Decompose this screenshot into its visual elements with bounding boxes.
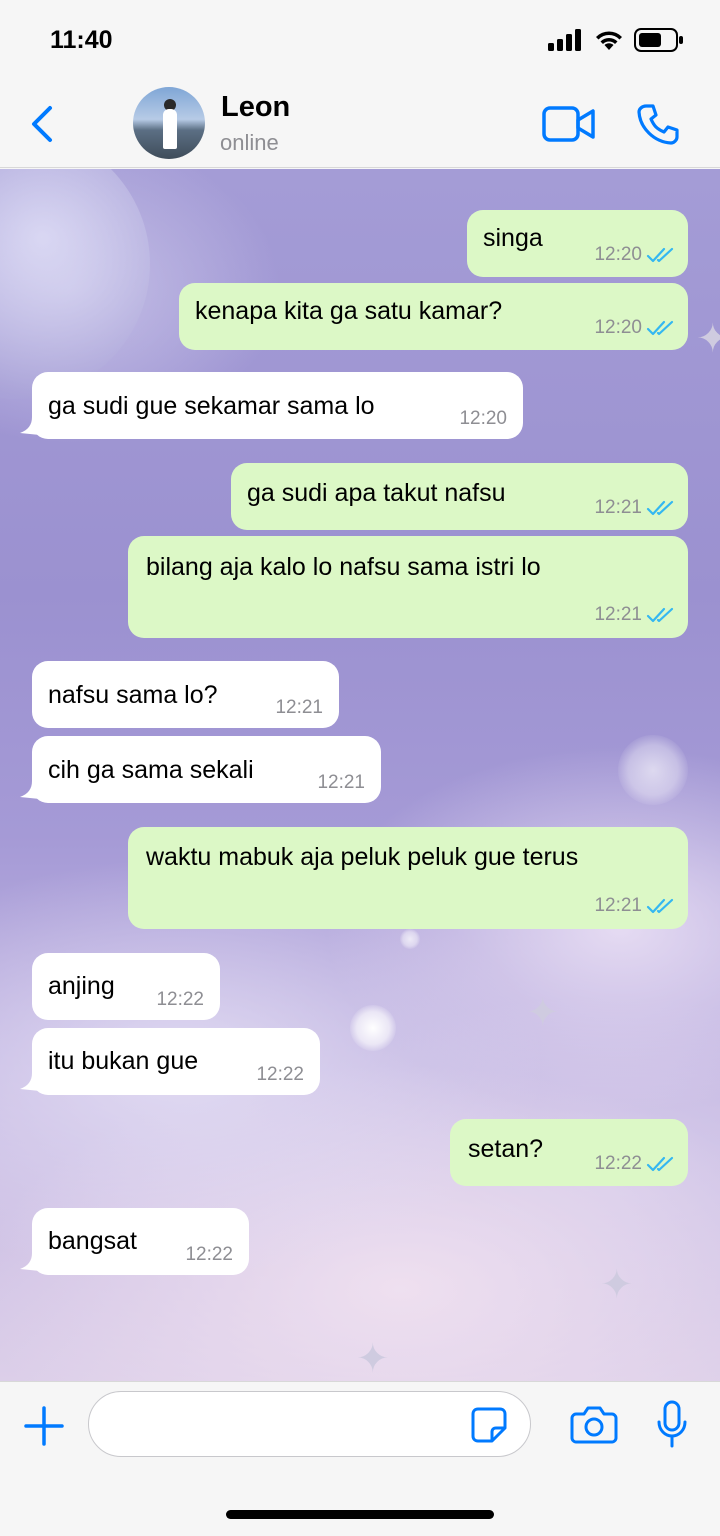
message-bubble-incoming[interactable]: bangsat 12:22 (20, 1208, 249, 1275)
message-text: bangsat (48, 1227, 137, 1255)
back-button[interactable] (24, 102, 60, 146)
message-bubble-outgoing[interactable]: ga sudi apa takut nafsu 12:21 (231, 463, 688, 530)
message-time: 12:22 (256, 1064, 304, 1085)
message-text: waktu mabuk aja peluk peluk gue terus (146, 843, 579, 871)
phone-icon (637, 104, 679, 145)
video-call-button[interactable] (541, 104, 597, 144)
light-orb (400, 929, 420, 949)
light-orb (350, 1005, 396, 1051)
bubble-tail (20, 1073, 40, 1091)
home-indicator[interactable] (226, 1510, 494, 1519)
attach-button[interactable] (24, 1406, 64, 1446)
status-time: 11:40 (50, 26, 113, 54)
message-bubble-outgoing[interactable]: waktu mabuk aja peluk peluk gue terus 12… (128, 827, 688, 929)
message-text: kenapa kita ga satu kamar? (195, 297, 503, 325)
message-input[interactable] (88, 1391, 531, 1457)
read-receipt-icon (646, 320, 674, 336)
sticker-icon (471, 1407, 507, 1443)
message-text: anjing (48, 972, 115, 1000)
message-time: 12:22 (156, 989, 204, 1010)
chevron-left-icon (32, 106, 52, 142)
message-text: cih ga sama sekali (48, 756, 254, 784)
voice-call-button[interactable] (636, 102, 680, 146)
message-text: itu bukan gue (48, 1047, 199, 1075)
message-time: 12:22 (185, 1244, 233, 1265)
voice-message-button[interactable] (656, 1400, 688, 1450)
star-decoration: ✦ (600, 1263, 634, 1307)
sticker-button[interactable] (470, 1406, 508, 1444)
message-bubble-outgoing[interactable]: kenapa kita ga satu kamar? 12:20 (179, 283, 688, 350)
read-receipt-icon (646, 247, 674, 263)
message-text: ga sudi apa takut nafsu (247, 479, 506, 507)
microphone-icon (657, 1400, 687, 1448)
read-receipt-icon (646, 898, 674, 914)
star-decoration: ✦ (356, 1337, 390, 1381)
bubble-tail (20, 781, 40, 799)
plus-icon (24, 1406, 64, 1446)
message-time: 12:21 (275, 697, 323, 718)
status-bar: 11:40 (0, 0, 720, 80)
bubble-tail (20, 417, 40, 435)
chat-header: Leon online (0, 80, 720, 168)
status-icons (548, 28, 684, 52)
message-bubble-incoming[interactable]: cih ga sama sekali 12:21 (20, 736, 381, 803)
contact-name[interactable]: Leon (221, 91, 290, 124)
signal-icon (548, 29, 581, 51)
read-receipt-icon (646, 500, 674, 516)
message-bubble-incoming[interactable]: itu bukan gue 12:22 (20, 1028, 320, 1095)
camera-icon (570, 1406, 618, 1444)
message-time: 12:20 (459, 408, 507, 429)
light-orb (618, 735, 688, 805)
message-text: singa (483, 224, 543, 252)
message-bubble-incoming[interactable]: ga sudi gue sekamar sama lo 12:20 (20, 372, 523, 439)
message-text: ga sudi gue sekamar sama lo (48, 392, 375, 420)
message-time: 12:20 (594, 244, 642, 265)
battery-icon (634, 28, 683, 52)
message-time: 12:21 (594, 895, 642, 916)
message-time: 12:20 (594, 317, 642, 338)
message-text: nafsu sama lo? (48, 681, 218, 709)
message-bubble-outgoing[interactable]: singa 12:20 (467, 210, 688, 277)
message-time: 12:21 (594, 604, 642, 625)
read-receipt-icon (646, 1156, 674, 1172)
message-time: 12:22 (594, 1153, 642, 1174)
message-input-bar (0, 1381, 720, 1536)
message-bubble-incoming[interactable]: anjing 12:22 (32, 953, 220, 1020)
read-receipt-icon (646, 607, 674, 623)
message-bubble-incoming[interactable]: nafsu sama lo? 12:21 (32, 661, 339, 728)
avatar[interactable] (133, 87, 205, 159)
message-time: 12:21 (317, 772, 365, 793)
chat-background: ✦ ✦ ✦ ✦ singa 12:20 kenapa kita ga satu … (0, 169, 720, 1381)
message-bubble-outgoing[interactable]: setan? 12:22 (450, 1119, 688, 1186)
star-decoration: ✦ (526, 991, 560, 1035)
video-camera-icon (542, 106, 595, 142)
message-text: setan? (468, 1135, 544, 1163)
wifi-icon (596, 31, 622, 50)
contact-status: online (220, 130, 279, 155)
message-time: 12:21 (594, 497, 642, 518)
star-decoration: ✦ (696, 317, 720, 361)
bubble-tail (20, 1253, 40, 1271)
planet-decoration (0, 169, 150, 399)
camera-button[interactable] (570, 1404, 618, 1444)
message-text: bilang aja kalo lo nafsu sama istri lo (146, 553, 541, 581)
message-bubble-outgoing[interactable]: bilang aja kalo lo nafsu sama istri lo 1… (128, 536, 688, 638)
